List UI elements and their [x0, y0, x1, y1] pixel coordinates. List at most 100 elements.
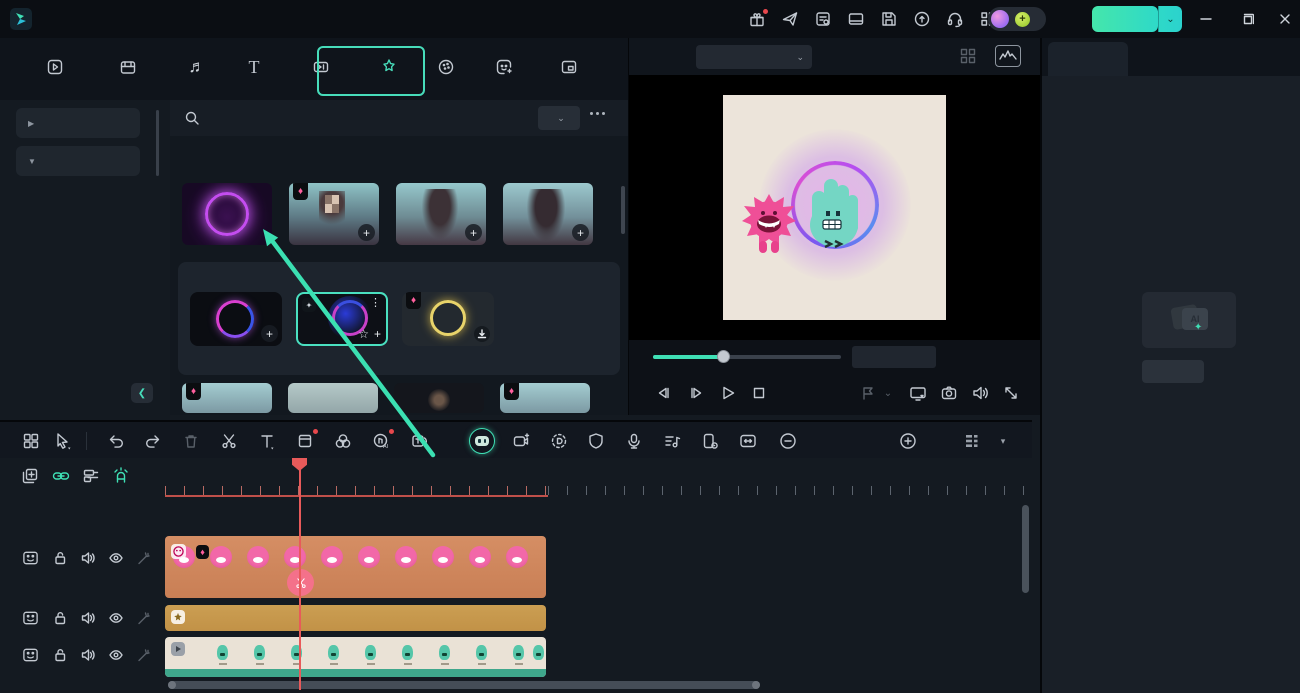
shield-protect-icon[interactable]: [585, 431, 607, 451]
effect-card-bass-drops-1[interactable]: ✦ ⋮ ☆ +: [296, 292, 388, 351]
lock-icon[interactable]: [50, 610, 70, 626]
redo-icon[interactable]: [142, 431, 164, 451]
export-button[interactable]: [1092, 6, 1158, 32]
add-effect-button[interactable]: +: [358, 224, 375, 241]
task-list-icon[interactable]: [812, 8, 834, 30]
track-wand-icon[interactable]: [134, 610, 154, 626]
play-button[interactable]: [717, 382, 739, 404]
effect-card-partial[interactable]: [394, 383, 484, 413]
color-grading-icon[interactable]: [332, 431, 354, 451]
current-timecode[interactable]: [852, 346, 936, 368]
select-tool-icon[interactable]: [52, 431, 74, 451]
volume-button[interactable]: [969, 382, 991, 404]
zoom-in-icon[interactable]: [897, 431, 919, 451]
send-icon[interactable]: [779, 8, 801, 30]
snapshot-button[interactable]: [938, 382, 960, 404]
tab-effects[interactable]: [364, 56, 414, 82]
dock-layout-icon[interactable]: [845, 8, 867, 30]
sidebar-collapse-button[interactable]: ❮: [131, 383, 153, 403]
hide-track-eye-icon[interactable]: [106, 550, 126, 566]
track-wand-icon[interactable]: [134, 550, 154, 566]
stop-button[interactable]: [748, 382, 770, 404]
mirror-to-phone-icon[interactable]: [699, 431, 721, 451]
account-pill[interactable]: +: [988, 7, 1046, 31]
seek-handle[interactable]: [717, 350, 730, 363]
download-icon[interactable]: [474, 326, 490, 342]
marker-button[interactable]: [857, 382, 879, 404]
effect-card-interwoven[interactable]: +: [396, 183, 486, 250]
sidebar-group-mine[interactable]: ▶: [16, 108, 140, 138]
edit-thumbnail-button[interactable]: [1142, 360, 1204, 383]
add-effect-button[interactable]: +: [465, 224, 482, 241]
close-button[interactable]: [1274, 8, 1296, 30]
clip-monster[interactable]: ♦: [165, 536, 546, 598]
tab-project-info[interactable]: [1048, 42, 1128, 76]
fit-timeline-icon[interactable]: [737, 431, 759, 451]
fullscreen-button[interactable]: [1000, 382, 1022, 404]
effect-card-partial[interactable]: [288, 383, 378, 413]
zoom-out-icon[interactable]: [777, 431, 799, 451]
multi-view-icon[interactable]: [959, 47, 977, 65]
timeline-vertical-scrollbar[interactable]: [1022, 505, 1029, 593]
crop-tool-icon[interactable]: [294, 429, 318, 451]
effect-card-music-visualizer[interactable]: ♦: [402, 292, 494, 351]
track-manager-icon[interactable]: [81, 466, 101, 486]
tab-audio[interactable]: ♬: [172, 56, 222, 82]
effect-card-iridescent-circle-3[interactable]: +: [190, 292, 282, 351]
marker-chevron-icon[interactable]: ⌄: [877, 382, 899, 404]
more-options-icon[interactable]: [590, 112, 605, 115]
clip-iridescent-circle-1[interactable]: [165, 605, 546, 631]
lock-icon[interactable]: [50, 550, 70, 566]
display-output-button[interactable]: [907, 382, 929, 404]
mark-out-icon[interactable]: [823, 382, 845, 404]
tab-titles[interactable]: T: [230, 56, 278, 82]
speed-ramping-icon[interactable]: [548, 431, 570, 451]
track-height-icon[interactable]: [962, 431, 984, 451]
timeline-horizontal-scrollbar[interactable]: [168, 681, 760, 689]
next-frame-button[interactable]: [685, 382, 707, 404]
minimize-button[interactable]: [1195, 8, 1217, 30]
effect-card-partial[interactable]: ♦: [182, 383, 272, 413]
effect-card-background-mosaic[interactable]: +: [503, 183, 593, 250]
mute-speaker-icon[interactable]: [78, 610, 98, 626]
tab-stock-media[interactable]: [92, 56, 164, 82]
effect-card-iridescent-circle[interactable]: [182, 183, 272, 250]
export-dropdown-chevron-icon[interactable]: ⌄: [1158, 6, 1182, 32]
ai-copilot-button[interactable]: [469, 428, 495, 454]
effects-filter-dropdown[interactable]: ⌄: [538, 106, 580, 130]
save-icon[interactable]: [878, 8, 900, 30]
media-browser-icon[interactable]: [20, 431, 42, 451]
duplicate-clip-icon[interactable]: [20, 466, 40, 486]
record-voiceover-icon[interactable]: [623, 431, 645, 451]
add-video-icon[interactable]: [510, 431, 532, 451]
text-tool-icon[interactable]: [256, 431, 278, 451]
tab-templates[interactable]: [538, 56, 600, 82]
add-effect-button[interactable]: +: [261, 325, 278, 342]
sidebar-scrollbar[interactable]: [156, 110, 159, 176]
playhead-line[interactable]: [299, 458, 301, 690]
maximize-button[interactable]: [1236, 8, 1258, 30]
user-avatar[interactable]: [991, 10, 1009, 28]
cloud-backup-icon[interactable]: [911, 8, 933, 30]
split-scissors-icon[interactable]: [218, 431, 240, 451]
mute-speaker-icon[interactable]: [78, 550, 98, 566]
effect-card-partial[interactable]: ♦: [500, 383, 590, 413]
effect-card-classical-mosaic[interactable]: ♦ +: [289, 183, 379, 250]
link-clips-icon[interactable]: [51, 466, 71, 486]
thumbnail-preview-box[interactable]: AI ✦: [1142, 292, 1236, 348]
hide-track-eye-icon[interactable]: [106, 610, 126, 626]
track-wand-icon[interactable]: [134, 647, 154, 663]
auto-ripple-icon[interactable]: [111, 466, 131, 486]
tab-transitions[interactable]: [286, 56, 356, 82]
lock-icon[interactable]: [50, 647, 70, 663]
kebab-menu-icon[interactable]: ⋮: [370, 296, 381, 309]
player-seek-bar[interactable]: [653, 350, 841, 363]
delete-icon[interactable]: [180, 431, 202, 451]
text-to-sticker-icon[interactable]: [408, 431, 430, 451]
track-height-chevron-icon[interactable]: ▾: [992, 431, 1014, 451]
add-effect-button[interactable]: +: [572, 224, 589, 241]
tab-stickers[interactable]: [478, 56, 530, 82]
add-effect-button[interactable]: +: [374, 327, 381, 341]
tab-filters[interactable]: [422, 56, 470, 82]
effects-search-input[interactable]: [208, 110, 498, 126]
